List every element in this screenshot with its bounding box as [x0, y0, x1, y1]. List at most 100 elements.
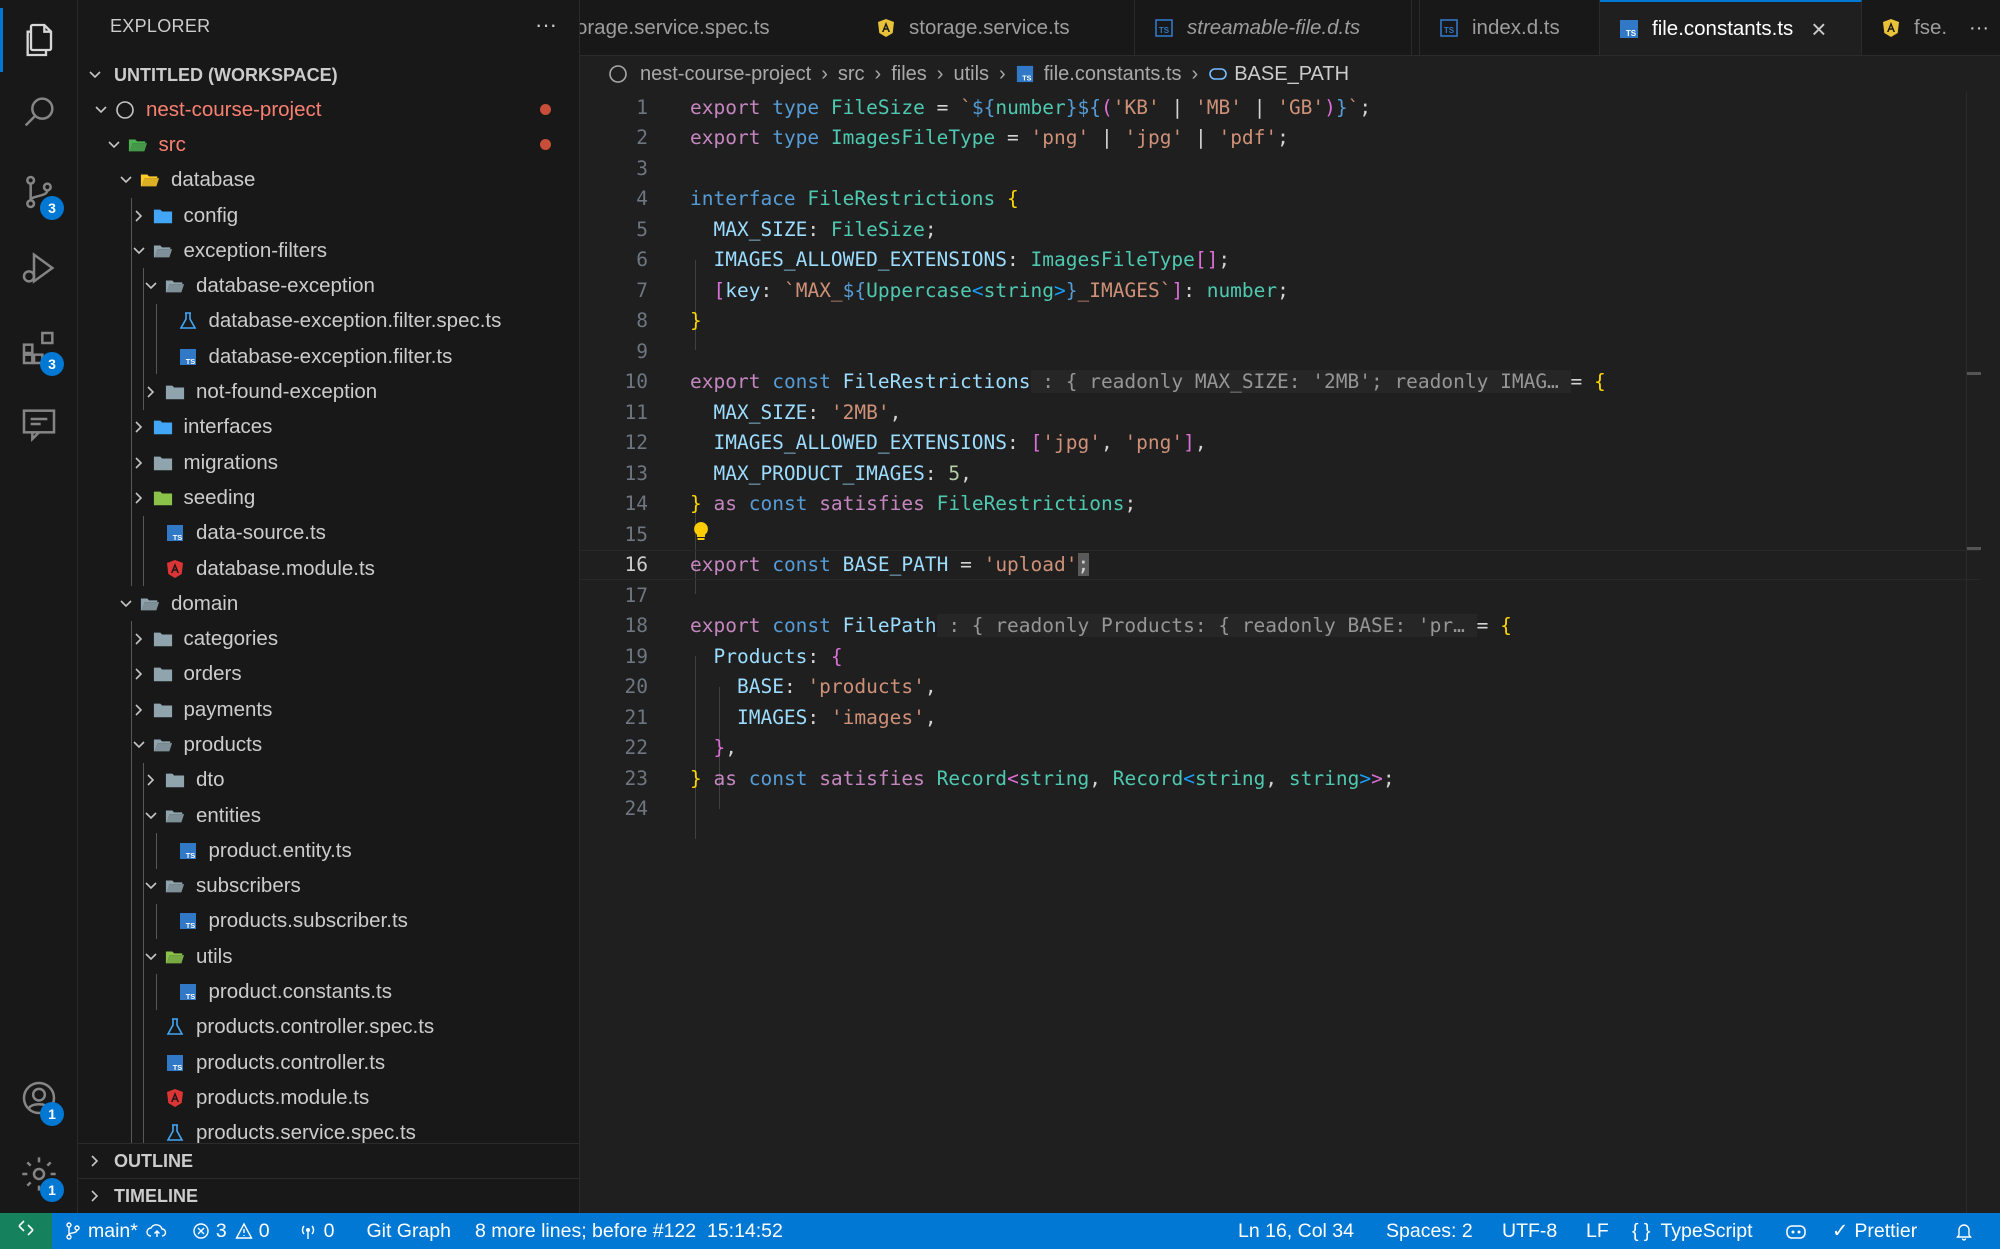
cursor-position[interactable]: Ln 16, Col 34: [1238, 1213, 1354, 1249]
tree-item[interactable]: subscribers: [78, 868, 579, 904]
tab-file-constants[interactable]: TS file.constants.ts ×: [1600, 0, 1862, 55]
git-blame[interactable]: 8 more lines; before #122 15:14:52: [475, 1220, 783, 1243]
editor-scrollbar[interactable]: [1966, 92, 1981, 1213]
lightbulb-icon[interactable]: [692, 521, 710, 543]
outline-section[interactable]: OUTLINE: [78, 1143, 579, 1178]
tree-item[interactable]: orders: [78, 656, 579, 693]
language-mode[interactable]: { } TypeScript: [1632, 1213, 1753, 1249]
breadcrumb-item[interactable]: nest-course-project: [640, 63, 811, 86]
comments-icon[interactable]: [0, 392, 78, 456]
indentation[interactable]: Spaces: 2: [1386, 1213, 1473, 1249]
tree-item[interactable]: database-exception: [78, 268, 579, 304]
tree-item[interactable]: products: [78, 727, 579, 763]
tree-item-label: config: [183, 203, 239, 227]
tree-item-label: entities: [196, 803, 261, 827]
tree-item[interactable]: TS data-source.ts: [78, 515, 579, 551]
tab-fse[interactable]: fse. ···: [1862, 0, 2000, 55]
tree-item[interactable]: database.module.ts: [78, 550, 579, 587]
tree-item[interactable]: categories: [78, 621, 579, 657]
notifications-bell-icon[interactable]: [1954, 1213, 1974, 1249]
folder-icon: [162, 805, 188, 827]
breadcrumb-item[interactable]: BASE_PATH: [1234, 63, 1349, 86]
test-file-icon: [175, 310, 201, 332]
indent-guide: [155, 833, 157, 869]
tab-storage-service[interactable]: storage.service.ts: [857, 0, 1135, 55]
typescript-file-icon: TS: [1153, 17, 1175, 39]
tree-item[interactable]: TS products.controller.ts: [78, 1045, 579, 1081]
tree-item[interactable]: TS database-exception.filter.ts: [78, 339, 579, 375]
end-of-line[interactable]: LF: [1586, 1213, 1609, 1249]
close-tab-icon[interactable]: ×: [1811, 14, 1826, 45]
tree-item[interactable]: payments: [78, 692, 579, 728]
tree-item[interactable]: database: [78, 163, 579, 198]
tab-streamable-file[interactable]: TS streamable-file.d.ts: [1135, 0, 1420, 55]
code-line: export type FileSize = `${number}${('KB'…: [690, 95, 1372, 119]
tree-item[interactable]: dto: [78, 762, 579, 798]
tab-index-d-ts[interactable]: TS index.d.ts: [1420, 0, 1600, 55]
breadcrumb-item[interactable]: files: [891, 63, 927, 86]
tree-item[interactable]: src: [78, 127, 579, 162]
git-branch[interactable]: main*: [64, 1220, 168, 1243]
git-graph-button[interactable]: Git Graph: [366, 1220, 451, 1243]
modified-dot: [540, 104, 551, 116]
settings-badge: 1: [40, 1178, 64, 1202]
more-tabs-icon[interactable]: ···: [1969, 17, 1989, 40]
cursor-position-label: Ln 16, Col 34: [1238, 1219, 1355, 1242]
timeline-section[interactable]: TIMELINE: [78, 1178, 579, 1213]
indent-guide: [130, 515, 132, 551]
tree-item[interactable]: nest-course-project: [78, 92, 579, 127]
tree-item[interactable]: TS product.entity.ts: [78, 833, 579, 869]
prettier-status[interactable]: ✓ Prettier: [1832, 1213, 1917, 1249]
line-number: 9: [636, 339, 648, 363]
chevron-down-icon: [90, 103, 112, 117]
extensions-icon[interactable]: 3: [0, 316, 78, 380]
code-editor[interactable]: 1 2 3 4 5 6 7 8 9 10 11 12 13 14 15 16 17 18 19 20 21 22 23 24 …: [580, 92, 1981, 1213]
run-debug-icon[interactable]: [0, 236, 78, 300]
blame-label: 8 more lines; before #122 15:14:52: [474, 1219, 783, 1242]
tab-label: storage.service.spec.ts: [580, 16, 770, 39]
copilot-icon[interactable]: [1784, 1213, 1808, 1249]
tree-item-label: categories: [183, 627, 279, 651]
tree-item[interactable]: utils: [78, 939, 579, 975]
folder-icon: [150, 205, 176, 227]
broadcast-icon: [298, 1222, 318, 1240]
indent-guide: [130, 692, 132, 728]
tree-item-label: product.constants.ts: [208, 980, 392, 1004]
tree-item[interactable]: migrations: [78, 444, 579, 481]
tree-item[interactable]: entities: [78, 797, 579, 834]
svg-text:TS: TS: [185, 992, 195, 1001]
settings-gear-icon[interactable]: 1: [0, 1142, 78, 1206]
tree-item[interactable]: database-exception.filter.spec.ts: [78, 303, 579, 340]
folder-icon: [150, 416, 176, 438]
tree-item[interactable]: TS product.constants.ts: [78, 974, 579, 1010]
source-control-icon[interactable]: 3: [0, 160, 78, 224]
breadcrumb-item[interactable]: file.constants.ts: [1044, 63, 1182, 86]
ports-indicator[interactable]: 0: [298, 1220, 334, 1243]
tree-item[interactable]: exception-filters: [78, 233, 579, 269]
code-line: MAX_PRODUCT_IMAGES: 5,: [713, 461, 972, 485]
folder-icon: [137, 593, 163, 615]
typescript-file-icon: TS: [175, 346, 201, 368]
problems-indicator[interactable]: 3 0: [192, 1220, 270, 1243]
tree-item[interactable]: products.controller.spec.ts: [78, 1009, 579, 1046]
tree-item-label: data-source.ts: [196, 521, 326, 545]
more-actions-icon[interactable]: ···: [535, 12, 557, 38]
angular-module-icon: [162, 558, 188, 580]
tree-item[interactable]: interfaces: [78, 409, 579, 445]
breadcrumb-item[interactable]: utils: [953, 63, 989, 86]
tree-item[interactable]: not-found-exception: [78, 374, 579, 410]
tree-item[interactable]: seeding: [78, 480, 579, 516]
tree-item[interactable]: domain: [78, 586, 579, 621]
tree-item[interactable]: TS products.subscriber.ts: [78, 903, 579, 940]
tree-item[interactable]: products.module.ts: [78, 1080, 579, 1116]
breadcrumb-item[interactable]: src: [838, 63, 865, 86]
search-icon[interactable]: [0, 80, 78, 144]
accounts-icon[interactable]: 1: [0, 1066, 78, 1130]
explorer-icon[interactable]: [0, 8, 78, 72]
tree-item[interactable]: config: [78, 197, 579, 234]
encoding[interactable]: UTF-8: [1502, 1213, 1557, 1249]
remote-indicator[interactable]: [0, 1213, 52, 1249]
indent-guide: [130, 374, 132, 410]
typescript-file-icon: TS: [1618, 18, 1640, 40]
workspace-header[interactable]: UNTITLED (WORKSPACE): [78, 58, 579, 92]
